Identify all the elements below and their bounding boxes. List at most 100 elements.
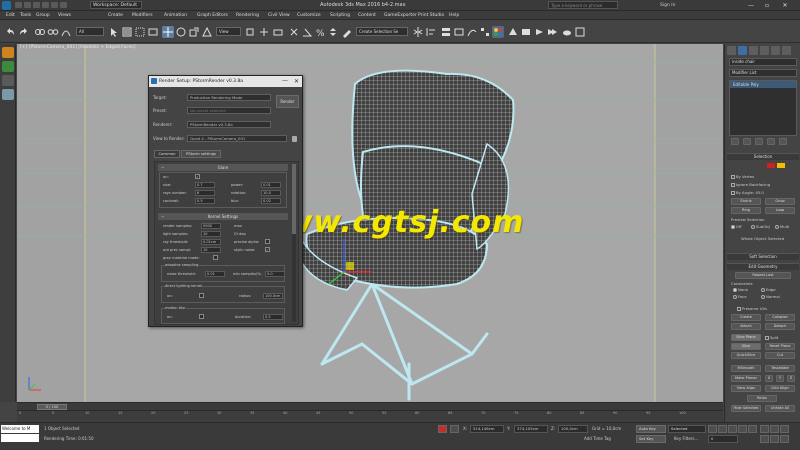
split-checkbox[interactable]: Split (765, 335, 778, 340)
go-to-end-icon[interactable] (748, 425, 757, 433)
menu-customize[interactable]: Customize (297, 11, 321, 20)
link-icon[interactable] (34, 26, 46, 38)
maximize-button[interactable]: ▫ (760, 0, 774, 11)
hide-selected-button[interactable]: Hide Selected (731, 405, 761, 412)
preview-subobj-radio[interactable]: SubObj (751, 224, 770, 229)
cut-button[interactable]: Cut (765, 352, 795, 359)
redo-icon[interactable] (18, 26, 30, 38)
selection-filter-dropdown[interactable]: All (76, 27, 104, 36)
percent-snap-icon[interactable]: % (314, 26, 326, 39)
a360-gallery-icon[interactable] (574, 26, 586, 38)
current-frame-field[interactable]: 0 (708, 435, 738, 443)
utilities-panel-icon[interactable] (782, 46, 791, 55)
remove-modifier-icon[interactable] (767, 138, 775, 145)
menu-rendering[interactable]: Rendering (236, 11, 259, 20)
constraint-edge-radio[interactable]: Edge (761, 287, 776, 292)
auto-key-button[interactable]: Auto Key (636, 425, 666, 433)
planar-x-button[interactable]: X (765, 375, 773, 382)
rotate-icon[interactable] (175, 26, 187, 38)
pan-icon[interactable] (770, 435, 779, 443)
show-end-result-icon[interactable] (743, 138, 751, 145)
set-key-button[interactable]: Set Key (636, 435, 666, 443)
play-icon[interactable] (728, 425, 737, 433)
motion-panel-icon[interactable] (760, 46, 769, 55)
menu-civil-view[interactable]: Civil View (268, 11, 290, 20)
curve-editor-icon[interactable] (466, 26, 478, 38)
repeat-last-button[interactable]: Repeat Last (735, 272, 791, 279)
lock-icon[interactable] (292, 136, 297, 142)
spinner-snap-icon[interactable] (327, 26, 339, 38)
close-button[interactable]: ✕ (778, 0, 792, 11)
viewport-label[interactable]: [+] [PStormCamera_001] [Realistic + Edge… (20, 45, 135, 50)
undo-icon[interactable] (4, 26, 16, 38)
stack-item-editable-poly[interactable]: Editable Poly (730, 81, 796, 88)
select-by-name-icon[interactable] (121, 26, 133, 38)
redo-quick-icon[interactable] (51, 2, 58, 8)
undo-quick-icon[interactable] (42, 2, 49, 8)
glare-power-spinner[interactable]: 0.01 (261, 182, 281, 188)
ignore-backfacing-checkbox[interactable]: Ignore Backfacing (731, 182, 770, 187)
keyboard-shortcut-icon[interactable] (272, 26, 284, 38)
slice-button[interactable]: Slice (731, 343, 761, 350)
render-samples-spinner[interactable]: 5000 (201, 223, 221, 229)
key-mode-dropdown[interactable]: Selected (668, 425, 706, 433)
ring-button[interactable]: Ring (731, 207, 761, 214)
view-to-render-dropdown[interactable]: Quad 4 - PStormCamera_001 (187, 135, 287, 142)
make-planar-button[interactable]: Make Planar (731, 375, 761, 382)
planar-y-button[interactable]: Y (776, 375, 784, 382)
by-angle-checkbox[interactable]: By Angle: 45.0 (731, 190, 764, 195)
rect-selection-icon[interactable] (134, 26, 146, 38)
ray-threshold-spinner[interactable]: 0.01cm (201, 239, 221, 245)
out-prec-spinner[interactable]: 10 (201, 247, 221, 253)
quickslice-button[interactable]: QuickSlice (731, 352, 761, 359)
scene-explorer-icon[interactable] (2, 61, 14, 72)
tool-icon[interactable] (2, 75, 14, 86)
open-file-icon[interactable] (24, 2, 31, 8)
stylic-noise-checkbox[interactable]: ✓ (265, 247, 270, 252)
named-selection-dropdown[interactable]: Create Selection Se (356, 27, 408, 36)
constraint-face-radio[interactable]: Face (733, 294, 747, 299)
angle-snap-icon[interactable] (301, 26, 313, 38)
preset-dropdown[interactable]: No preset selected (187, 107, 271, 114)
planar-z-button[interactable]: Z (787, 375, 795, 382)
edit-named-selection-icon[interactable] (341, 26, 353, 38)
vertex-mode-icon[interactable] (767, 163, 775, 168)
menu-graph-editors[interactable]: Graph Editors (197, 11, 228, 20)
menu-tools[interactable]: Tools (20, 11, 31, 20)
render-iterative-icon[interactable] (546, 26, 558, 38)
detach-button[interactable]: Detach (765, 323, 795, 330)
next-frame-icon[interactable] (738, 425, 747, 433)
edge-mode-icon[interactable] (777, 163, 785, 168)
glare-rotation-spinner[interactable]: 10.0 (261, 190, 281, 196)
menu-print-studio[interactable]: Print Studio (418, 11, 444, 20)
scale-icon[interactable] (188, 26, 200, 38)
modifier-stack[interactable]: Editable Poly (729, 80, 797, 136)
soft-selection-rollout-header[interactable]: Soft Selection (727, 253, 799, 260)
panel-scrollbar[interactable] (292, 164, 296, 322)
collapse-button[interactable]: Collapse (765, 314, 795, 321)
dialog-minimize-button[interactable]: — (282, 75, 288, 86)
lock-selection-icon[interactable] (438, 425, 447, 433)
unhide-all-button[interactable]: Unhide All (765, 405, 795, 412)
menu-content[interactable]: Content (358, 11, 376, 20)
glare-size-spinner[interactable]: 0.7 (195, 182, 215, 188)
create-panel-icon[interactable] (727, 46, 736, 55)
menu-group[interactable]: Group (36, 11, 50, 20)
new-file-icon[interactable] (15, 2, 22, 8)
select-manipulate-icon[interactable] (258, 26, 270, 38)
tessellate-button[interactable]: Tessellate (765, 365, 795, 372)
previous-frame-icon[interactable] (718, 425, 727, 433)
sign-in-link[interactable]: Sign In (660, 1, 675, 10)
orbit-icon[interactable] (780, 435, 789, 443)
attach-button[interactable]: Attach (731, 323, 761, 330)
minimize-button[interactable]: — (744, 0, 758, 11)
workspace-dropdown[interactable]: Workspace: Default (90, 1, 142, 9)
menu-gameexporter[interactable]: GameExporter (384, 11, 417, 20)
key-filters-button[interactable]: Key Filters... (674, 436, 698, 441)
menu-create[interactable]: Create (108, 11, 123, 20)
glare-blur-spinner[interactable]: 0.02 (261, 198, 281, 204)
glare-contrast-spinner[interactable]: 0.5 (195, 198, 215, 204)
slice-plane-button[interactable]: Slice Plane (731, 334, 761, 341)
glare-rays-spinner[interactable]: 6 (195, 190, 215, 196)
select-object-icon[interactable] (108, 26, 120, 38)
